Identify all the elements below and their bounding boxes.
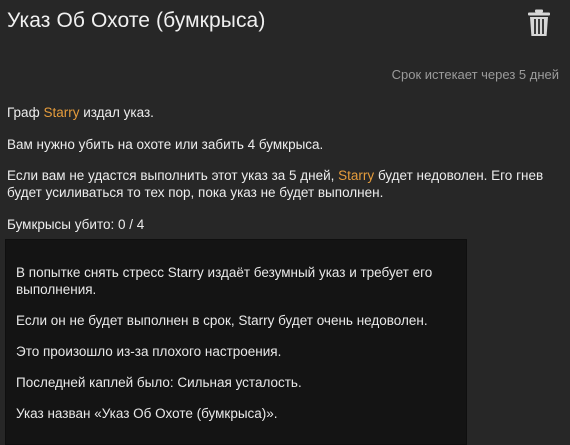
progress-text: Бумкрысы убито: 0 / 4 <box>7 217 145 232</box>
delete-button[interactable] <box>527 9 551 37</box>
penalty-prefix: Если вам не удастся выполнить этот указ … <box>7 168 339 183</box>
issuer-line: Граф Starry издал указ. <box>7 104 154 121</box>
issuer-suffix: издал указ. <box>79 105 154 120</box>
decree-title: Указ Об Охоте (бумкрыса) <box>7 9 266 32</box>
ruler-name-link[interactable]: Starry <box>43 105 79 120</box>
story-line: Это произошло из-за плохого настроения. <box>16 344 282 359</box>
decree-panel: Указ Об Охоте (бумкрыса) Срок истекает ч… <box>0 0 570 445</box>
penalty-line: Если вам не удастся выполнить этот указ … <box>7 167 552 201</box>
task-line: Вам нужно убить на охоте или забить 4 бу… <box>7 137 324 152</box>
story-line: Указ назван «Указ Об Охоте (бумкрыса)». <box>16 406 278 421</box>
story-line: Если он не будет выполнен в срок, Starry… <box>16 313 428 328</box>
story-box: В попытке снять стресс Starry издаёт без… <box>5 239 467 445</box>
issuer-prefix: Граф <box>7 105 44 120</box>
trash-icon <box>528 9 550 36</box>
story-line: Последней каплей было: Сильная усталость… <box>16 375 302 390</box>
story-line: В попытке снять стресс Starry издаёт без… <box>16 265 433 297</box>
ruler-name-link-2[interactable]: Starry <box>338 168 374 183</box>
expiry-text: Срок истекает через 5 дней <box>391 67 559 82</box>
